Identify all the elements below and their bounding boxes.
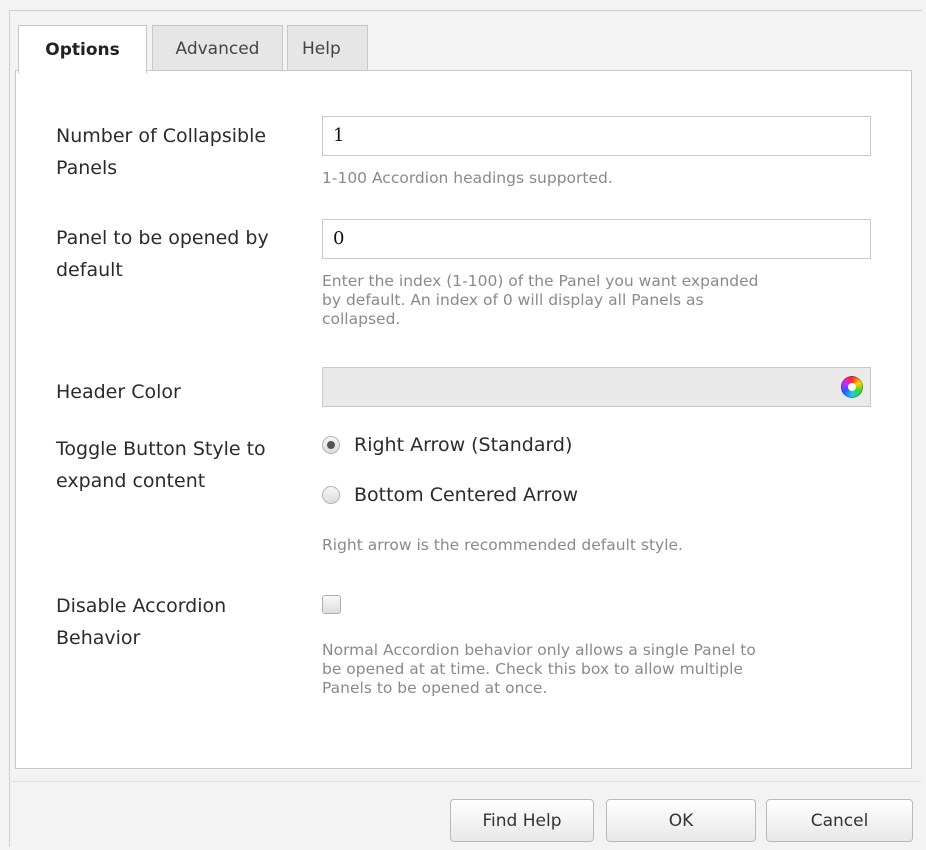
disable-accordion-help-line1: Normal Accordion behavior only allows a …	[322, 641, 756, 659]
disable-accordion-help: Normal Accordion behavior only allows a …	[322, 641, 882, 698]
disable-accordion-help-line2: be opened at at time. Check this box to …	[322, 660, 743, 678]
tab-advanced[interactable]: Advanced	[152, 25, 283, 71]
default-panel-help: Enter the index (1-100) of the Panel you…	[322, 272, 882, 329]
default-panel-input[interactable]: 0	[322, 219, 871, 259]
radio-right-arrow-button[interactable]	[322, 436, 340, 454]
num-panels-help: 1-100 Accordion headings supported.	[322, 169, 613, 187]
tab-bar: Options Advanced Help	[15, 25, 912, 73]
toggle-style-help: Right arrow is the recommended default s…	[322, 536, 683, 554]
default-panel-label: Panel to be opened by default	[56, 222, 316, 286]
num-panels-label-line2: Panels	[56, 157, 118, 179]
toggle-style-label-line1: Toggle Button Style to	[56, 438, 266, 460]
default-panel-help-line3: collapsed.	[322, 310, 401, 328]
disable-accordion-label: Disable Accordion Behavior	[56, 590, 316, 654]
disable-accordion-label-line1: Disable Accordion	[56, 595, 227, 617]
cancel-button[interactable]: Cancel	[766, 799, 913, 842]
disable-accordion-help-line3: Panels to be opened at once.	[322, 679, 548, 697]
radio-right-arrow[interactable]: Right Arrow (Standard)	[322, 430, 572, 460]
header-color-label: Header Color	[56, 381, 181, 403]
toggle-style-label-line2: expand content	[56, 470, 206, 492]
toggle-style-label: Toggle Button Style to expand content	[56, 433, 316, 497]
footer-divider	[9, 781, 921, 782]
ok-button[interactable]: OK	[606, 799, 756, 842]
tab-help[interactable]: Help	[287, 25, 368, 71]
radio-right-arrow-label[interactable]: Right Arrow (Standard)	[354, 434, 572, 456]
disable-accordion-label-line2: Behavior	[56, 627, 141, 649]
num-panels-input[interactable]: 1	[322, 116, 871, 156]
color-wheel-icon[interactable]	[841, 376, 863, 398]
default-panel-label-line1: Panel to be opened by	[56, 227, 269, 249]
radio-bottom-centered-arrow-label[interactable]: Bottom Centered Arrow	[354, 484, 578, 506]
options-panel: Number of Collapsible Panels 1 1-100 Acc…	[15, 70, 912, 769]
default-panel-help-line1: Enter the index (1-100) of the Panel you…	[322, 272, 759, 290]
num-panels-label-line1: Number of Collapsible	[56, 125, 267, 147]
find-help-button[interactable]: Find Help	[450, 799, 594, 842]
default-panel-help-line2: by default. An index of 0 will display a…	[322, 291, 704, 309]
default-panel-label-line2: default	[56, 259, 123, 281]
tab-options[interactable]: Options	[18, 25, 147, 73]
header-color-input[interactable]	[322, 367, 871, 407]
radio-bottom-centered-arrow[interactable]: Bottom Centered Arrow	[322, 480, 578, 510]
disable-accordion-checkbox[interactable]	[322, 595, 341, 614]
radio-bottom-centered-arrow-button[interactable]	[322, 486, 340, 504]
num-panels-label: Number of Collapsible Panels	[56, 120, 316, 184]
